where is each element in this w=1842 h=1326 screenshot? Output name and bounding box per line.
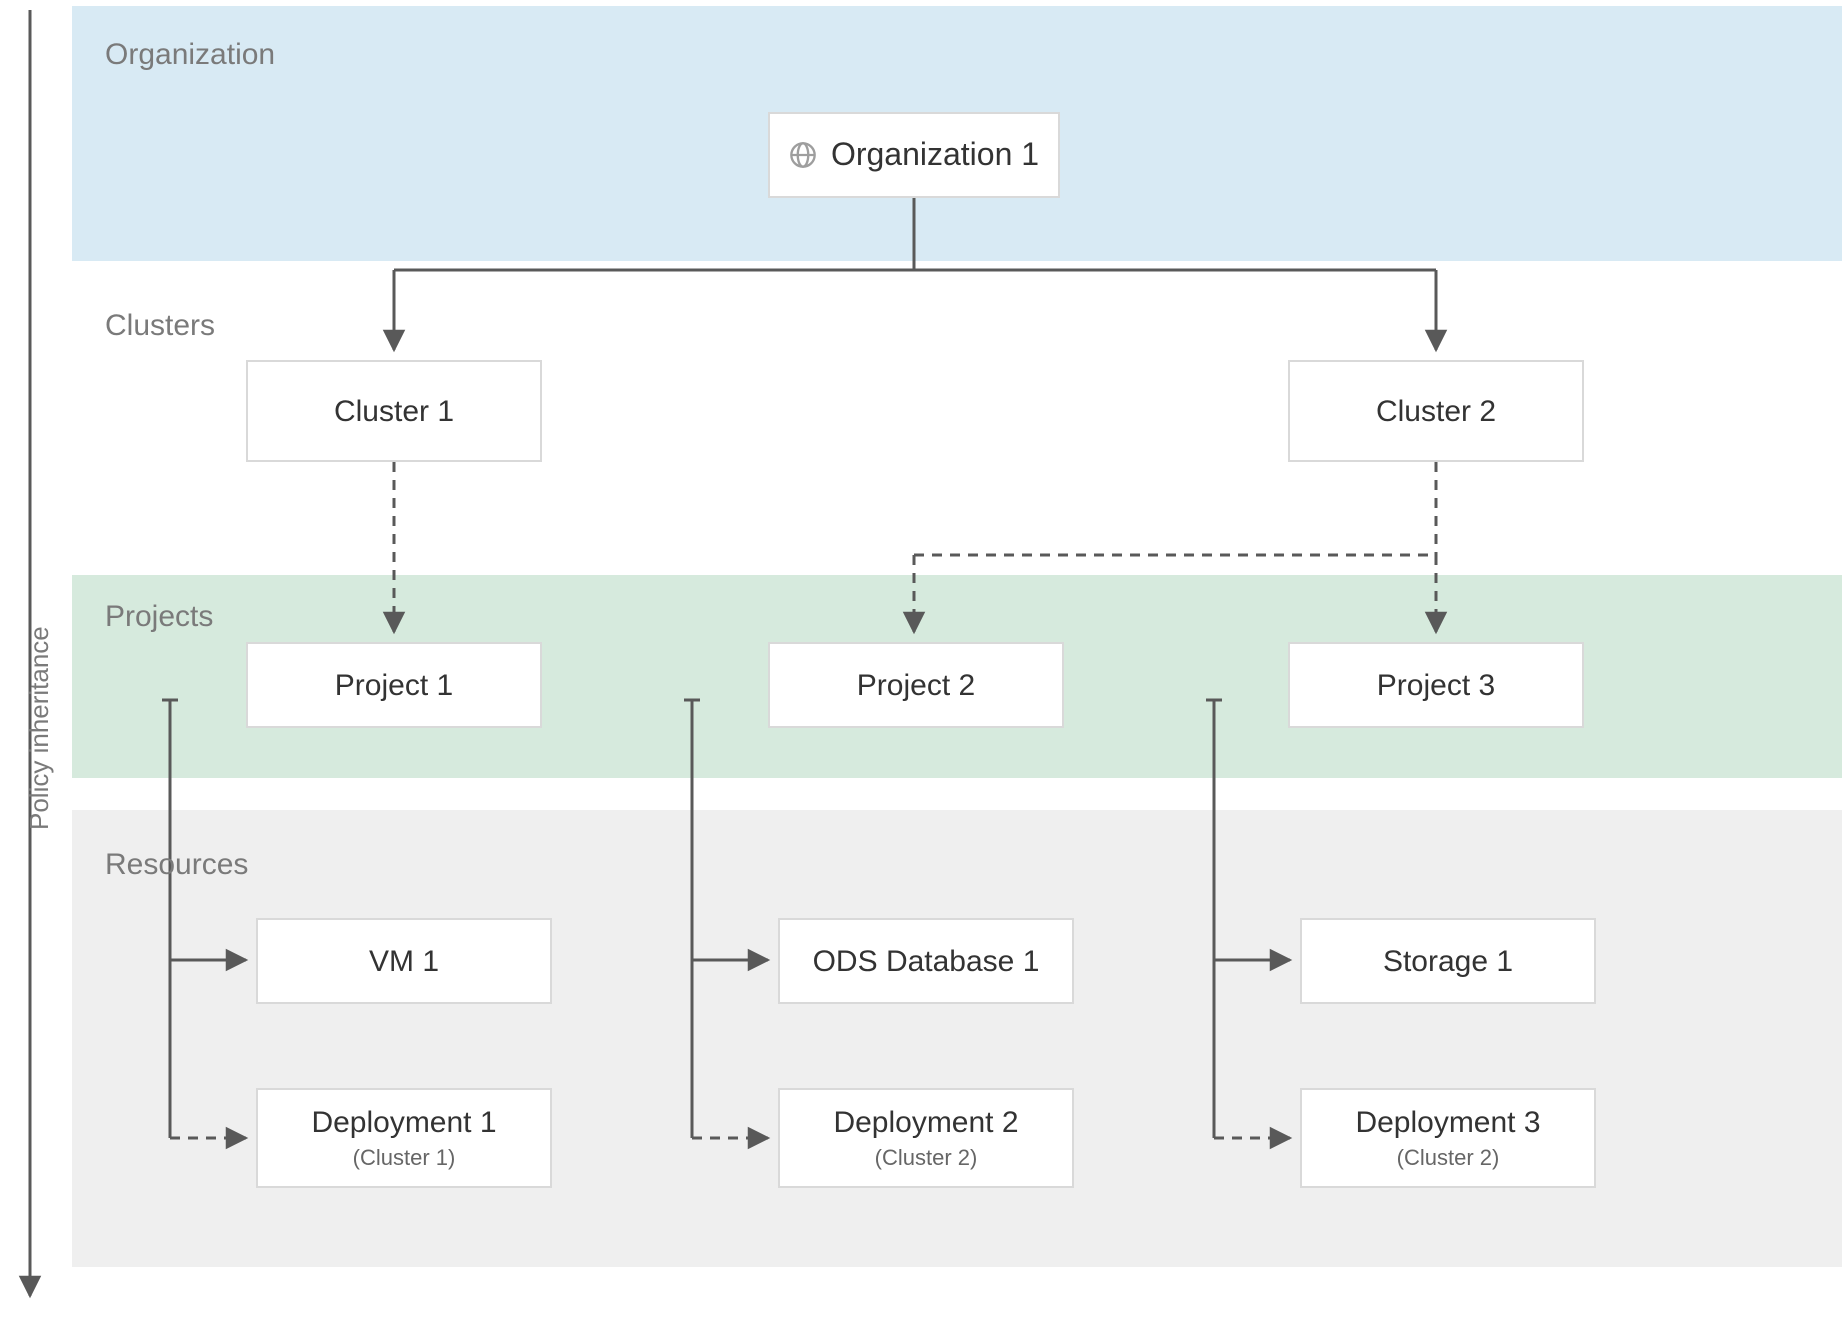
node-cluster-2: Cluster 2 (1288, 360, 1584, 462)
node-deployment-3: Deployment 3 (Cluster 2) (1300, 1088, 1596, 1188)
node-cluster1-label: Cluster 1 (334, 395, 454, 428)
band-resources (72, 810, 1842, 1267)
node-project1-label: Project 1 (335, 669, 453, 702)
node-deployment-1: Deployment 1 (Cluster 1) (256, 1088, 552, 1188)
node-deployment-2: Deployment 2 (Cluster 2) (778, 1088, 1074, 1188)
node-deployment1-title: Deployment 1 (311, 1106, 496, 1139)
node-project-3: Project 3 (1288, 642, 1584, 728)
section-label-projects: Projects (105, 600, 213, 634)
node-project-1: Project 1 (246, 642, 542, 728)
node-deployment2-title: Deployment 2 (833, 1106, 1018, 1139)
section-label-resources: Resources (105, 848, 248, 882)
node-deployment3-title: Deployment 3 (1355, 1106, 1540, 1139)
node-storage-1: Storage 1 (1300, 918, 1596, 1004)
node-project-2: Project 2 (768, 642, 1064, 728)
node-ods-database-1: ODS Database 1 (778, 918, 1074, 1004)
node-organization-1: Organization 1 (768, 112, 1060, 198)
section-label-organization: Organization (105, 38, 275, 72)
section-label-clusters: Clusters (105, 309, 215, 343)
node-deployment3-sub: (Cluster 2) (1397, 1145, 1500, 1171)
node-deployment1-sub: (Cluster 1) (353, 1145, 456, 1171)
diagram-canvas: Policy inheritance Organization Clusters… (0, 0, 1842, 1326)
axis-label: Policy inheritance (24, 626, 55, 830)
node-cluster-1: Cluster 1 (246, 360, 542, 462)
node-project2-label: Project 2 (857, 669, 975, 702)
node-deployment2-sub: (Cluster 2) (875, 1145, 978, 1171)
node-vm1-label: VM 1 (369, 945, 439, 978)
node-storage1-label: Storage 1 (1383, 945, 1513, 978)
node-org1-label: Organization 1 (831, 137, 1039, 172)
node-vm-1: VM 1 (256, 918, 552, 1004)
globe-icon (789, 141, 817, 169)
node-project3-label: Project 3 (1377, 669, 1495, 702)
node-odsdb1-label: ODS Database 1 (813, 945, 1040, 978)
node-cluster2-label: Cluster 2 (1376, 395, 1496, 428)
